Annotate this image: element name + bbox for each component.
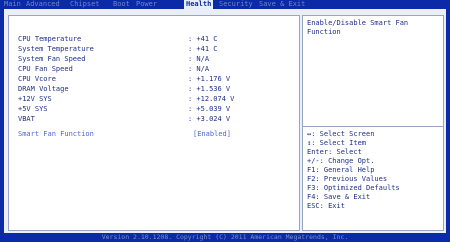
vbat-value: : +3.024 V [188,115,231,123]
cpu-temperature-label: CPU Temperature [18,35,82,43]
cpu-fan-speed-row: CPU Fan Speed : N/A [18,64,293,74]
tab-health[interactable]: Health [184,0,214,9]
cpu-vcore-value: : +1.176 V [188,75,231,83]
help-select-screen: ↔: Select Screen [307,130,375,138]
vbat-label: VBAT [18,115,35,123]
help-pane: Enable/Disable Smart Fan Function ↔: Sel… [302,15,444,231]
cpu-fan-speed-label: CPU Fan Speed [18,65,73,73]
top-menu-bar: Main Advanced Chipset Boot Power Health … [0,0,450,9]
twelve-volt-value: : +12.074 V [188,95,235,103]
tab-advanced[interactable]: Advanced [24,0,62,9]
system-fan-speed-row: System Fan Speed : N/A [18,54,293,64]
help-change-option: +/-: Change Opt. [307,157,375,165]
bios-screen: Main Advanced Chipset Boot Power Health … [0,0,450,242]
tab-boot[interactable]: Boot [111,0,132,9]
help-previous-values: F2: Previous Values [307,175,388,183]
tab-chipset[interactable]: Chipset [68,0,102,9]
help-escape-exit: ESC: Exit [307,202,345,210]
cpu-temperature-row: CPU Temperature : +41 C [18,34,293,44]
cpu-vcore-row: CPU Vcore : +1.176 V [18,74,293,84]
system-fan-speed-value: : N/A [188,55,210,63]
status-bar: Version 2.10.1208. Copyright (C) 2011 Am… [0,233,450,242]
help-optimized-defaults: F3: Optimized Defaults [307,184,400,192]
vbat-row: VBAT : +3.024 V [18,114,293,124]
five-volt-label: +5V SYS [18,105,48,113]
twelve-volt-label: +12V SYS [18,95,52,103]
smart-fan-function-row[interactable]: Smart Fan Function [Enabled] [18,129,293,139]
tab-save-exit[interactable]: Save & Exit [257,0,307,9]
help-enter-select: Enter: Select [307,148,362,156]
twelve-volt-row: +12V SYS : +12.074 V [18,94,293,104]
help-divider [303,126,443,127]
dram-voltage-label: DRAM Voltage [18,85,69,93]
health-pane: CPU Temperature : +41 C System Temperatu… [8,15,300,231]
main-panel: CPU Temperature : +41 C System Temperatu… [4,9,446,233]
cpu-temperature-value: : +41 C [188,35,218,43]
help-general-help: F1: General Help [307,166,375,174]
system-temperature-label: System Temperature [18,45,94,53]
five-volt-value: : +5.039 V [188,105,231,113]
tab-main[interactable]: Main [2,0,23,9]
cpu-fan-speed-value: : N/A [188,65,210,73]
system-fan-speed-label: System Fan Speed [18,55,86,63]
copyright-text: Version 2.10.1208. Copyright (C) 2011 Am… [101,233,349,241]
cpu-vcore-label: CPU Vcore [18,75,56,83]
dram-voltage-value: : +1.536 V [188,85,231,93]
smart-fan-function-value[interactable]: [Enabled] [193,129,231,139]
help-save-exit: F4: Save & Exit [307,193,371,201]
five-volt-row: +5V SYS : +5.039 V [18,104,293,114]
dram-voltage-row: DRAM Voltage : +1.536 V [18,84,293,94]
system-temperature-value: : +41 C [188,45,218,53]
help-select-item: ↕: Select Item [307,139,367,147]
tab-security[interactable]: Security [217,0,255,9]
smart-fan-function-label: Smart Fan Function [18,130,94,138]
help-description: Enable/Disable Smart Fan Function [307,19,409,36]
system-temperature-row: System Temperature : +41 C [18,44,293,54]
tab-power[interactable]: Power [134,0,159,9]
